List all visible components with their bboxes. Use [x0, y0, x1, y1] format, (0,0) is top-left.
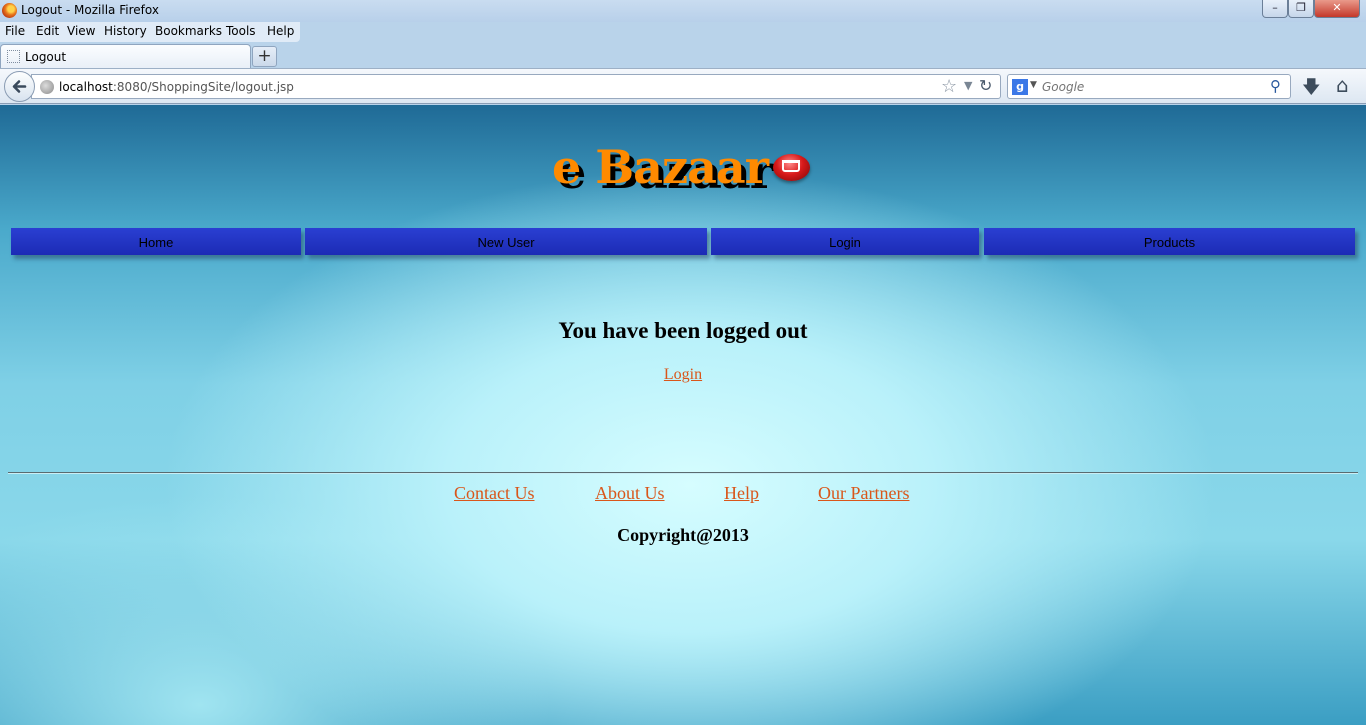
back-arrow-icon: [12, 80, 27, 93]
search-bar[interactable]: g ▼ ⚲: [1007, 74, 1291, 99]
menu-tools[interactable]: Tools: [226, 24, 256, 38]
page-favicon-icon: [7, 50, 20, 63]
site-logo: e Bazaar e Bazaar: [552, 140, 774, 199]
tab-label: Logout: [25, 50, 67, 64]
close-button[interactable]: ✕: [1314, 0, 1360, 18]
cart-glyph: [782, 160, 800, 172]
menu-help[interactable]: Help: [267, 24, 294, 38]
history-dropdown-icon[interactable]: ▼: [964, 79, 972, 92]
home-icon[interactable]: ⌂: [1336, 73, 1349, 97]
nav-new-user[interactable]: New User: [305, 228, 707, 255]
window-titlebar: Logout - Mozilla Firefox – ❐ ✕: [0, 0, 1366, 22]
minimize-button[interactable]: –: [1262, 0, 1288, 18]
menu-edit[interactable]: Edit: [36, 24, 59, 38]
menu-history[interactable]: History: [104, 24, 147, 38]
menu-view[interactable]: View: [67, 24, 95, 38]
menu-bookmarks[interactable]: Bookmarks: [155, 24, 222, 38]
logout-heading: You have been logged out: [558, 318, 808, 343]
download-icon[interactable]: 🡇: [1302, 75, 1321, 105]
nav-products[interactable]: Products: [984, 228, 1355, 255]
site-identity-globe-icon[interactable]: [40, 80, 54, 94]
footer-help-link[interactable]: Help: [724, 483, 759, 504]
logo-text: e Bazaar: [552, 140, 769, 194]
copyright-text: Copyright@2013: [617, 525, 749, 545]
search-magnifier-icon[interactable]: ⚲: [1270, 77, 1281, 95]
login-link-wrapper: Login: [0, 366, 1366, 384]
google-engine-icon[interactable]: g: [1012, 79, 1028, 95]
tab-strip: Logout +: [0, 42, 1366, 69]
nav-home[interactable]: Home: [11, 228, 301, 255]
engine-dropdown-icon[interactable]: ▼: [1030, 80, 1037, 90]
bookmark-star-icon[interactable]: ☆: [941, 76, 957, 97]
back-button[interactable]: [4, 71, 35, 102]
window-title: Logout - Mozilla Firefox: [21, 3, 159, 17]
firefox-logo-icon: [2, 3, 17, 18]
footer-divider: [8, 472, 1358, 474]
url-bar[interactable]: localhost:8080/ShoppingSite/logout.jsp ☆…: [31, 74, 1001, 99]
url-text[interactable]: localhost:8080/ShoppingSite/logout.jsp: [59, 80, 294, 94]
navigation-toolbar: localhost:8080/ShoppingSite/logout.jsp ☆…: [0, 68, 1366, 104]
footer-our-partners-link[interactable]: Our Partners: [818, 483, 909, 504]
page-content: e Bazaar e Bazaar Home New User Login Pr…: [0, 105, 1366, 725]
new-tab-button[interactable]: +: [252, 46, 277, 67]
url-path: :8080/ShoppingSite/logout.jsp: [112, 80, 294, 94]
menu-file[interactable]: File: [5, 24, 25, 38]
reload-icon[interactable]: ↻: [979, 76, 992, 95]
nav-login[interactable]: Login: [711, 228, 979, 255]
maximize-button[interactable]: ❐: [1288, 0, 1314, 18]
footer-contact-us-link[interactable]: Contact Us: [454, 483, 535, 504]
login-link[interactable]: Login: [664, 366, 702, 383]
search-input[interactable]: [1042, 78, 1262, 96]
footer-about-us-link[interactable]: About Us: [595, 483, 665, 504]
menu-bar: File Edit View History Bookmarks Tools H…: [0, 22, 300, 42]
url-host: localhost: [59, 80, 113, 94]
shopping-cart-icon: [773, 154, 810, 181]
tab-logout[interactable]: Logout: [0, 44, 251, 69]
